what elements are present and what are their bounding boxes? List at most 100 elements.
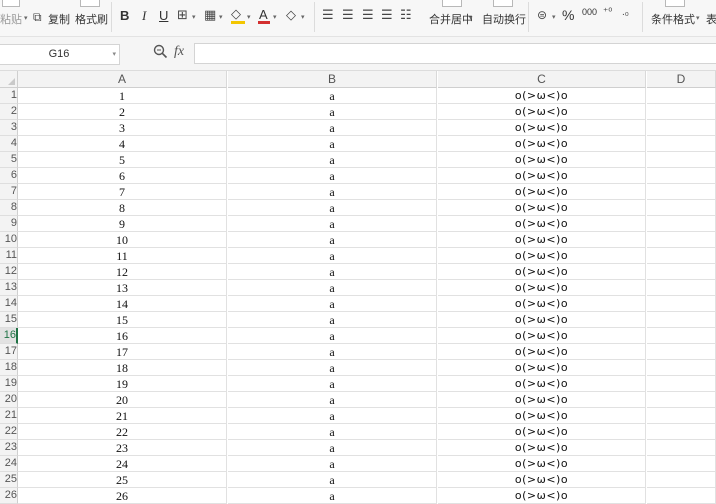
cell-a-26[interactable]: 26: [18, 488, 227, 504]
cell-a-10[interactable]: 10: [18, 232, 227, 248]
cell-a-11[interactable]: 11: [18, 248, 227, 264]
row-header[interactable]: 20: [0, 392, 18, 408]
percent-button[interactable]: %: [562, 7, 574, 23]
align-left-icon[interactable]: ☰: [322, 8, 334, 22]
currency-dropdown-icon[interactable]: ▾: [552, 13, 556, 21]
eraser-icon[interactable]: ◇: [286, 8, 296, 22]
cell-b-16[interactable]: a: [228, 328, 437, 344]
cell-c-25[interactable]: o(>ω<)o: [438, 472, 646, 488]
cell-d-3[interactable]: [647, 120, 716, 136]
cell-style-icon[interactable]: ▦: [204, 8, 216, 22]
formula-input[interactable]: [194, 43, 716, 64]
cell-c-12[interactable]: o(>ω<)o: [438, 264, 646, 280]
cell-b-17[interactable]: a: [228, 344, 437, 360]
cell-d-21[interactable]: [647, 408, 716, 424]
cell-c-26[interactable]: o(>ω<)o: [438, 488, 646, 504]
row-header[interactable]: 24: [0, 456, 18, 472]
cell-style-dropdown-icon[interactable]: ▾: [219, 13, 223, 21]
cell-b-19[interactable]: a: [228, 376, 437, 392]
wrap-text-button[interactable]: 自动换行: [482, 11, 526, 27]
cell-a-8[interactable]: 8: [18, 200, 227, 216]
border-dropdown-icon[interactable]: ▾: [192, 13, 196, 21]
cell-c-19[interactable]: o(>ω<)o: [438, 376, 646, 392]
cell-a-6[interactable]: 6: [18, 168, 227, 184]
cell-c-15[interactable]: o(>ω<)o: [438, 312, 646, 328]
cell-c-23[interactable]: o(>ω<)o: [438, 440, 646, 456]
cell-c-17[interactable]: o(>ω<)o: [438, 344, 646, 360]
cell-b-4[interactable]: a: [228, 136, 437, 152]
row-header[interactable]: 8: [0, 200, 18, 216]
row-header[interactable]: 19: [0, 376, 18, 392]
cell-d-19[interactable]: [647, 376, 716, 392]
cell-a-19[interactable]: 19: [18, 376, 227, 392]
cell-a-5[interactable]: 5: [18, 152, 227, 168]
cell-a-20[interactable]: 20: [18, 392, 227, 408]
cell-d-23[interactable]: [647, 440, 716, 456]
row-header[interactable]: 1: [0, 88, 18, 104]
cell-a-23[interactable]: 23: [18, 440, 227, 456]
cell-c-11[interactable]: o(>ω<)o: [438, 248, 646, 264]
merge-center-button[interactable]: 合并居中: [429, 11, 473, 27]
row-header[interactable]: 5: [0, 152, 18, 168]
cell-b-13[interactable]: a: [228, 280, 437, 296]
cell-a-2[interactable]: 2: [18, 104, 227, 120]
underline-button[interactable]: U: [159, 8, 168, 23]
cell-b-9[interactable]: a: [228, 216, 437, 232]
cell-b-26[interactable]: a: [228, 488, 437, 504]
align-right-icon[interactable]: ☰: [362, 8, 374, 22]
cell-c-21[interactable]: o(>ω<)o: [438, 408, 646, 424]
cell-d-16[interactable]: [647, 328, 716, 344]
cell-c-3[interactable]: o(>ω<)o: [438, 120, 646, 136]
cell-c-10[interactable]: o(>ω<)o: [438, 232, 646, 248]
merge-dropdown-icon[interactable]: ▾: [469, 14, 473, 22]
cell-c-6[interactable]: o(>ω<)o: [438, 168, 646, 184]
cell-d-22[interactable]: [647, 424, 716, 440]
align-center-icon[interactable]: ☰: [342, 8, 354, 22]
increase-decimal-icon[interactable]: ⁺⁰: [603, 6, 612, 20]
cell-d-1[interactable]: [647, 88, 716, 104]
cell-b-14[interactable]: a: [228, 296, 437, 312]
border-icon[interactable]: ⊞: [177, 8, 188, 22]
row-header[interactable]: 15: [0, 312, 18, 328]
paste-dropdown-icon[interactable]: ▾: [24, 14, 28, 22]
column-header-c[interactable]: C: [438, 71, 646, 88]
zoom-search-icon[interactable]: [153, 44, 168, 62]
row-header[interactable]: 3: [0, 120, 18, 136]
cell-c-4[interactable]: o(>ω<)o: [438, 136, 646, 152]
insert-function-button[interactable]: fx: [174, 44, 184, 60]
row-header[interactable]: 23: [0, 440, 18, 456]
cell-b-5[interactable]: a: [228, 152, 437, 168]
cell-d-9[interactable]: [647, 216, 716, 232]
cell-a-22[interactable]: 22: [18, 424, 227, 440]
name-box-dropdown-icon[interactable]: ▾: [112, 45, 116, 64]
row-header[interactable]: 7: [0, 184, 18, 200]
cell-d-10[interactable]: [647, 232, 716, 248]
cell-a-24[interactable]: 24: [18, 456, 227, 472]
row-header[interactable]: 10: [0, 232, 18, 248]
italic-button[interactable]: I: [142, 8, 146, 24]
bold-button[interactable]: B: [120, 8, 129, 23]
row-header[interactable]: 26: [0, 488, 18, 504]
cell-b-10[interactable]: a: [228, 232, 437, 248]
cell-d-20[interactable]: [647, 392, 716, 408]
cell-a-9[interactable]: 9: [18, 216, 227, 232]
cell-d-14[interactable]: [647, 296, 716, 312]
column-header-b[interactable]: B: [228, 71, 437, 88]
cell-b-22[interactable]: a: [228, 424, 437, 440]
cell-a-16[interactable]: 16: [18, 328, 227, 344]
font-color-button[interactable]: A: [259, 7, 268, 22]
format-painter-button[interactable]: 格式刷: [75, 11, 108, 27]
row-header[interactable]: 12: [0, 264, 18, 280]
cell-c-1[interactable]: o(>ω<)o: [438, 88, 646, 104]
cell-b-2[interactable]: a: [228, 104, 437, 120]
cell-d-7[interactable]: [647, 184, 716, 200]
cell-d-24[interactable]: [647, 456, 716, 472]
column-header-d[interactable]: D: [647, 71, 716, 88]
cell-a-7[interactable]: 7: [18, 184, 227, 200]
cell-b-23[interactable]: a: [228, 440, 437, 456]
row-header[interactable]: 11: [0, 248, 18, 264]
row-header[interactable]: 9: [0, 216, 18, 232]
cell-c-20[interactable]: o(>ω<)o: [438, 392, 646, 408]
cell-b-12[interactable]: a: [228, 264, 437, 280]
cell-c-14[interactable]: o(>ω<)o: [438, 296, 646, 312]
